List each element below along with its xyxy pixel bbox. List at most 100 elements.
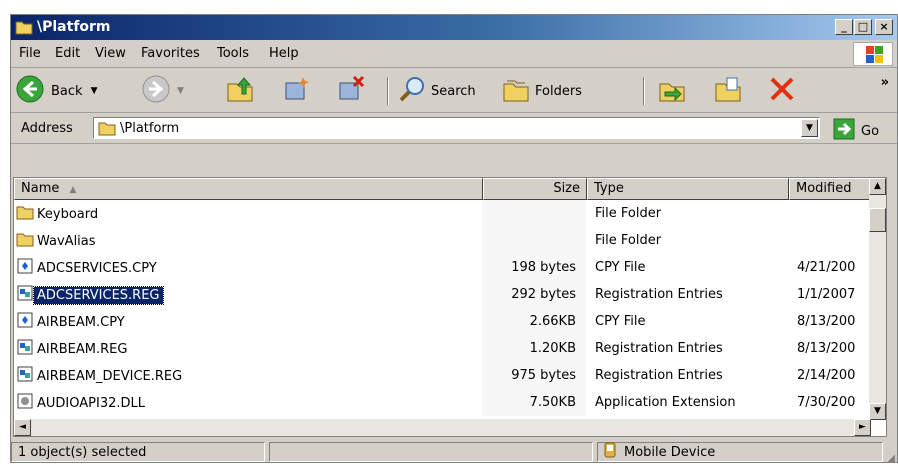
file-size: 7.50KB	[529, 395, 576, 410]
status-location: Mobile Device	[624, 444, 716, 460]
move-to-button[interactable]	[657, 75, 687, 107]
file-size: 1.20KB	[529, 341, 576, 356]
vertical-scroll-thumb[interactable]	[869, 208, 886, 232]
toolbar: Back ▼ ▼ Search Folders »	[11, 69, 897, 113]
file-type: File Folder	[595, 233, 662, 248]
file-modified: 4/21/200	[797, 260, 856, 275]
folders-icon	[501, 74, 531, 108]
file-list: Name ▲ Size Type Modified Keyboard File F…	[13, 177, 887, 437]
file-name-cell[interactable]: Keyboard	[16, 204, 101, 224]
menu-edit[interactable]: Edit	[55, 46, 80, 61]
delete-folder-button[interactable]	[335, 75, 365, 107]
menu-view[interactable]: View	[95, 46, 126, 61]
file-size: 292 bytes	[511, 287, 576, 302]
folder-delete-icon	[335, 74, 365, 108]
maximize-button[interactable]: □	[854, 19, 872, 35]
chevron-down-icon[interactable]: ▼	[177, 86, 184, 96]
folders-label: Folders	[535, 83, 582, 99]
file-icon	[16, 312, 34, 332]
file-name-cell[interactable]: ADCSERVICES.CPY	[16, 258, 160, 278]
file-name: AIRBEAM.CPY	[37, 314, 125, 330]
file-name-cell[interactable]: AIRBEAM.CPY	[16, 312, 128, 332]
file-name-cell[interactable]: WavAlias	[16, 231, 99, 251]
scroll-right-button[interactable]: ►	[854, 419, 871, 436]
file-name-cell[interactable]: AIRBEAM.REG	[16, 339, 130, 359]
table-row[interactable]: ADCSERVICES.CPY 198 bytes CPY File 4/21/200	[14, 256, 872, 282]
column-header: Name ▲ Size Type Modified	[14, 178, 872, 200]
toolbar-overflow-chevron[interactable]: »	[881, 75, 889, 90]
registry-file-icon	[16, 285, 34, 305]
file-modified: 7/30/200	[797, 395, 856, 410]
scroll-left-button[interactable]: ◄	[14, 419, 31, 436]
column-modified[interactable]: Modified	[789, 178, 872, 200]
window-title: \Platform	[37, 19, 111, 35]
new-folder-button[interactable]	[281, 75, 311, 107]
table-row[interactable]: AUDIOAPI32.DLL 7.50KB Application Extensio…	[14, 391, 872, 417]
horizontal-scrollbar[interactable]: ◄ ►	[14, 419, 871, 436]
sort-ascending-icon: ▲	[69, 185, 77, 195]
menu-tools[interactable]: Tools	[217, 46, 249, 61]
file-name-cell[interactable]: ADCSERVICES.REG	[16, 285, 164, 305]
menu-file[interactable]: File	[19, 46, 41, 61]
file-modified: 8/13/200	[797, 314, 856, 329]
folders-button[interactable]: Folders	[501, 75, 582, 107]
menu-favorites[interactable]: Favorites	[141, 46, 200, 61]
registry-file-icon	[16, 366, 34, 386]
scroll-up-button[interactable]: ▲	[869, 178, 886, 195]
column-size[interactable]: Size	[483, 178, 587, 200]
mobile-device-icon	[604, 442, 616, 462]
close-button[interactable]: ×	[875, 19, 893, 35]
minimize-button[interactable]: _	[835, 19, 853, 35]
toolbar-separator	[643, 77, 645, 105]
folder-icon	[16, 231, 34, 251]
table-row[interactable]: AIRBEAM.CPY 2.66KB CPY File 8/13/200	[14, 310, 872, 336]
table-row[interactable]: ADCSERVICES.REG 292 bytes Registration Ent…	[14, 283, 872, 309]
scroll-down-button[interactable]: ▼	[869, 403, 886, 420]
delete-button[interactable]	[767, 75, 797, 107]
address-input[interactable]: \Platform ▼	[93, 117, 820, 139]
address-bar: Address \Platform ▼ Go	[11, 114, 897, 144]
menu-bar: File Edit View Favorites Tools Help	[11, 40, 897, 68]
column-name-label: Name	[21, 181, 60, 196]
go-button[interactable]: Go	[833, 118, 879, 144]
address-dropdown-button[interactable]: ▼	[801, 119, 818, 137]
up-folder-button[interactable]	[225, 75, 255, 107]
table-row[interactable]: AIRBEAM.REG 1.20KB Registration Entries 8/1…	[14, 337, 872, 363]
resize-grip-icon[interactable]: ◢	[887, 453, 895, 464]
folder-icon	[98, 120, 116, 140]
column-type[interactable]: Type	[587, 178, 789, 200]
status-middle	[269, 442, 593, 462]
copy-to-icon	[713, 74, 743, 108]
back-button[interactable]: Back ▼	[15, 75, 97, 107]
folder-icon	[15, 19, 33, 39]
file-size: 975 bytes	[511, 368, 576, 383]
file-name: WavAlias	[37, 233, 96, 249]
column-name[interactable]: Name ▲	[14, 178, 483, 200]
file-name-cell[interactable]: AIRBEAM_DEVICE.REG	[16, 366, 185, 386]
file-icon	[16, 258, 34, 278]
table-row[interactable]: AIRBEAM_DEVICE.REG 975 bytes Registration …	[14, 364, 872, 390]
forward-button[interactable]: ▼	[141, 75, 184, 107]
file-name: AUDIOAPI32.DLL	[37, 395, 145, 411]
file-name: AIRBEAM.REG	[37, 341, 128, 357]
file-type: Registration Entries	[595, 341, 723, 356]
explorer-window: \Platform _ □ × File Edit View Favorites…	[10, 14, 898, 464]
file-name-cell[interactable]: AUDIOAPI32.DLL	[16, 393, 148, 413]
file-name: AIRBEAM_DEVICE.REG	[37, 368, 183, 384]
toolbar-separator	[387, 77, 389, 105]
file-name: ADCSERVICES.REG	[33, 285, 164, 305]
copy-to-button[interactable]	[713, 75, 743, 107]
file-size: 198 bytes	[511, 260, 576, 275]
menu-help[interactable]: Help	[269, 46, 299, 61]
vertical-scrollbar[interactable]: ▲ ▼	[869, 178, 886, 420]
chevron-down-icon[interactable]: ▼	[91, 86, 98, 96]
search-button[interactable]: Search	[397, 75, 476, 107]
dll-file-icon	[16, 393, 34, 413]
file-name: Keyboard	[37, 206, 99, 222]
table-row[interactable]: WavAlias File Folder	[14, 229, 872, 255]
file-size: 2.66KB	[529, 314, 576, 329]
address-label: Address	[21, 121, 73, 136]
file-type: CPY File	[595, 260, 646, 275]
title-bar[interactable]: \Platform _ □ ×	[11, 15, 897, 40]
table-row[interactable]: Keyboard File Folder	[14, 202, 872, 228]
